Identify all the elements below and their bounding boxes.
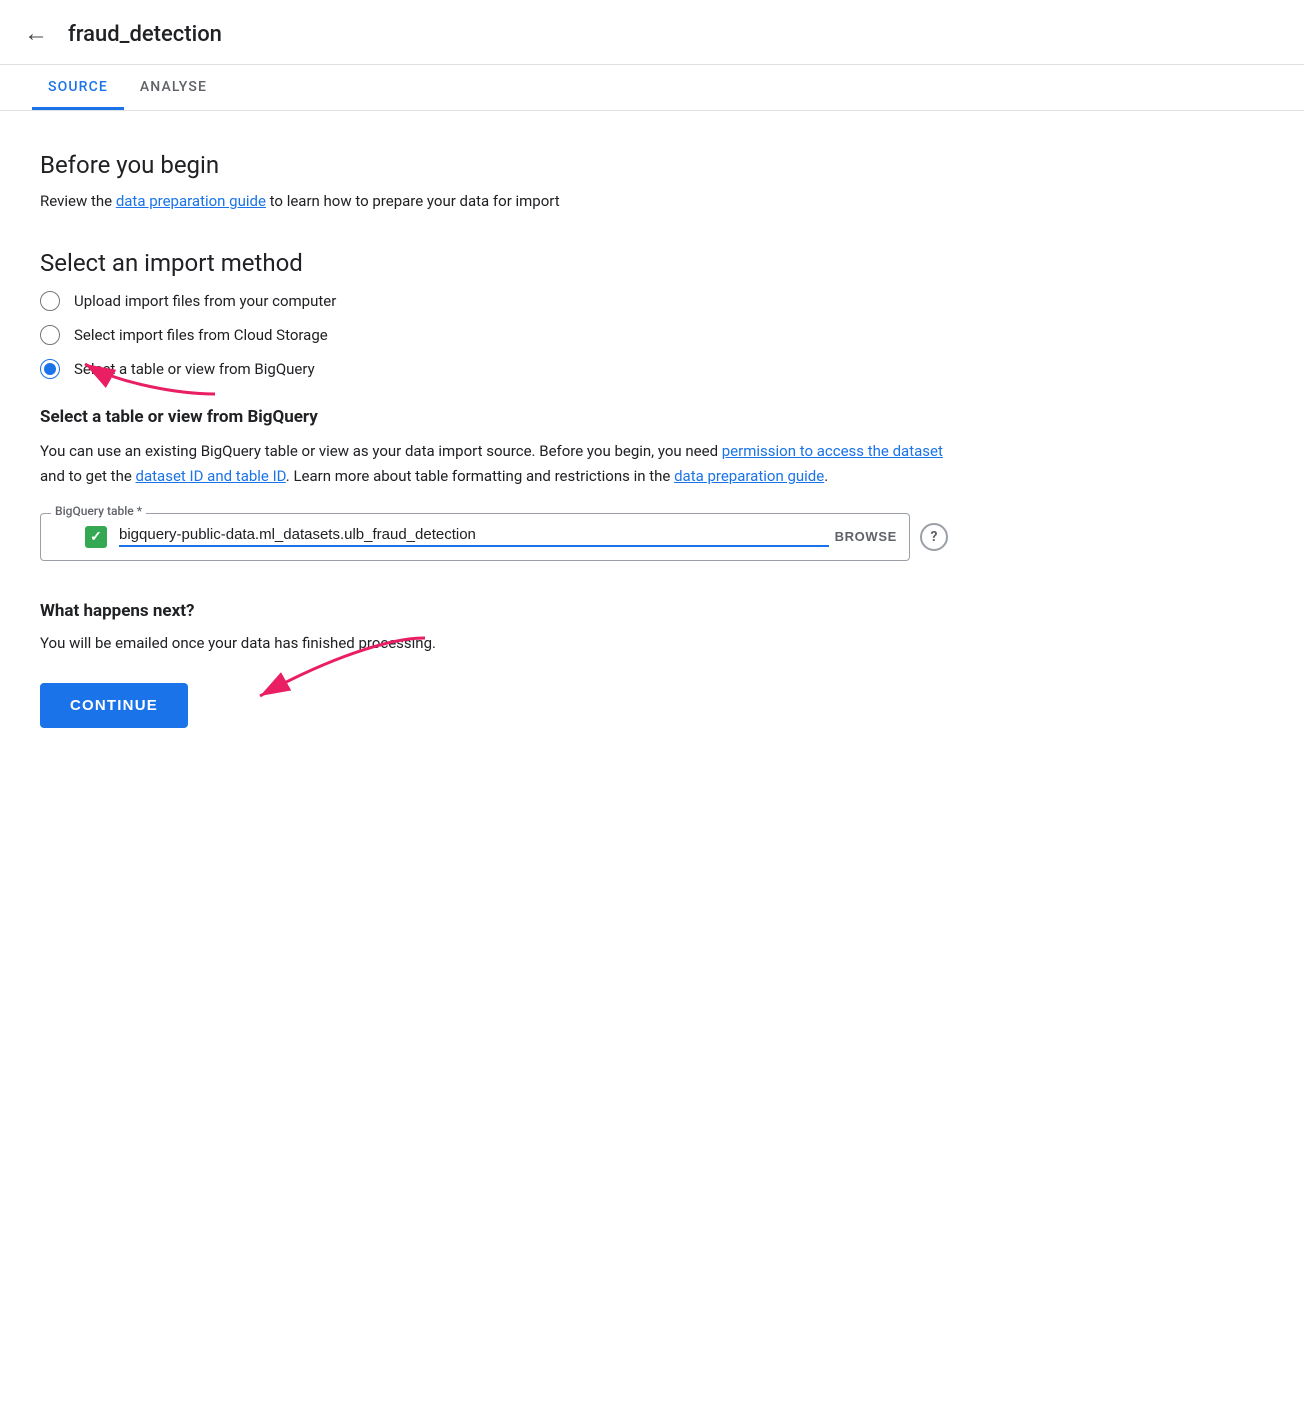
bigquery-desc: You can use an existing BigQuery table o…: [40, 439, 960, 489]
data-prep-guide-link-2[interactable]: data preparation guide: [674, 467, 824, 485]
before-you-begin-text: Review the data preparation guide to lea…: [40, 189, 960, 213]
radio-group: Upload import files from your computer S…: [40, 291, 960, 379]
what-happens-next-text: You will be emailed once your data has f…: [40, 631, 960, 655]
permission-link[interactable]: permission to access the dataset: [722, 442, 943, 460]
radio-label-2: Select import files from Cloud Storage: [74, 326, 328, 344]
bigquery-input-label: BigQuery table *: [51, 504, 146, 518]
radio-option-1[interactable]: Upload import files from your computer: [40, 291, 960, 311]
radio-option-3-container: Select a table or view from BigQuery: [40, 359, 960, 379]
back-arrow-icon: ←: [24, 22, 48, 46]
tab-analyse[interactable]: ANALYSE: [124, 65, 223, 110]
bigquery-heading: Select a table or view from BigQuery: [40, 407, 960, 427]
annotation-arrow-2: [230, 628, 430, 708]
page-title: fraud_detection: [68, 22, 222, 47]
main-content: Before you begin Review the data prepara…: [0, 111, 1000, 788]
tabs-container: SOURCE ANALYSE: [0, 65, 1304, 111]
bigquery-input-wrapper: BigQuery table * BROWSE: [40, 513, 910, 561]
bigquery-table-input[interactable]: [119, 526, 829, 547]
what-happens-next-heading: What happens next?: [40, 601, 960, 621]
back-button[interactable]: ←: [24, 18, 56, 50]
import-method-heading: Select an import method: [40, 249, 960, 277]
import-method-section: Select an import method Upload import fi…: [40, 249, 960, 379]
help-icon[interactable]: ?: [920, 523, 948, 551]
data-prep-guide-link-1[interactable]: data preparation guide: [116, 192, 266, 210]
radio-option-2[interactable]: Select import files from Cloud Storage: [40, 325, 960, 345]
header: ← fraud_detection: [0, 0, 1304, 65]
radio-label-3: Select a table or view from BigQuery: [74, 360, 315, 378]
radio-label-1: Upload import files from your computer: [74, 292, 336, 310]
browse-button[interactable]: BROWSE: [835, 529, 897, 544]
valid-checkbox-icon: [85, 526, 107, 548]
radio-input-2[interactable]: [40, 325, 60, 345]
before-you-begin-heading: Before you begin: [40, 151, 960, 179]
radio-input-3[interactable]: [40, 359, 60, 379]
what-happens-next-section: What happens next? You will be emailed o…: [40, 601, 960, 728]
continue-container: CONTINUE: [40, 683, 188, 728]
radio-input-1[interactable]: [40, 291, 60, 311]
bigquery-input-group: BigQuery table * BROWSE ?: [40, 513, 960, 561]
tab-source[interactable]: SOURCE: [32, 65, 124, 110]
radio-option-3[interactable]: Select a table or view from BigQuery: [40, 359, 960, 379]
continue-button[interactable]: CONTINUE: [40, 683, 188, 728]
dataset-id-link[interactable]: dataset ID and table ID: [136, 467, 286, 485]
bigquery-section: Select a table or view from BigQuery You…: [40, 407, 960, 561]
